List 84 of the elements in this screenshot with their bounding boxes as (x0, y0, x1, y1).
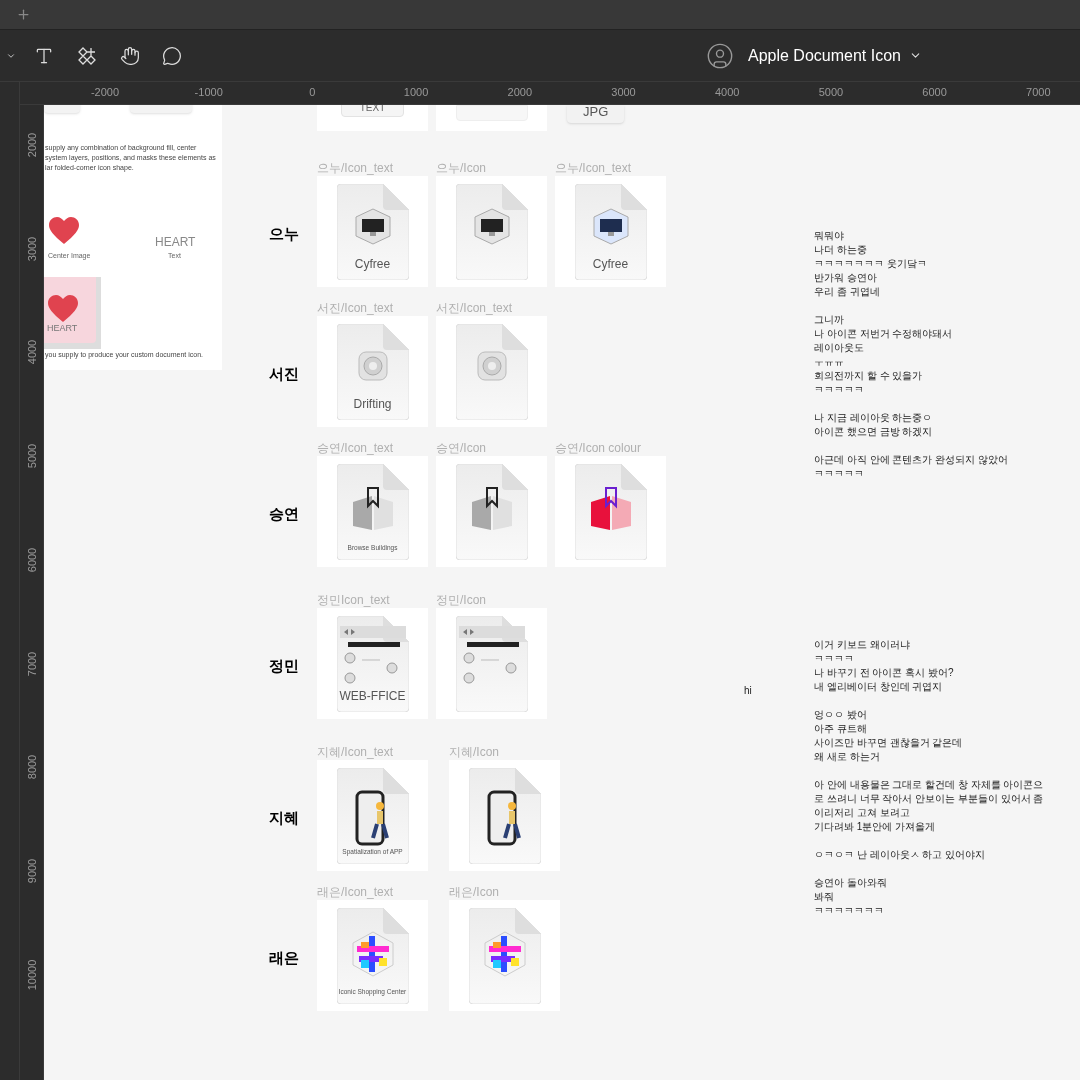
heart-text-sample: HEART (155, 234, 196, 251)
note-line: 뭐뭐야 (814, 229, 845, 243)
note-line: ㅋㅋㅋㅋㅋ (814, 383, 865, 397)
note-line: 이거 키보드 왜이러냐 (814, 638, 911, 652)
note-line: 봐줘 (814, 890, 835, 904)
ruler-label: 8000 (25, 754, 39, 780)
note-line: 나 바꾸기 전 아이콘 혹시 봤어? (814, 666, 955, 680)
frame-label: 으누/Icon (436, 160, 487, 176)
person-name: 지혜 (269, 808, 299, 828)
ruler-label: -1000 (194, 85, 223, 100)
icon-caption: Cyfree (591, 255, 630, 273)
note-line: 반가워 승연아 (814, 271, 878, 285)
frame-label: 래은/Icon (449, 884, 500, 900)
note-line: 우리 좀 귀엽네 (814, 285, 881, 299)
note-line: 내 엘리베이터 창인데 귀엽지 (814, 680, 944, 694)
frame-label: 승연/Icon colour (555, 440, 643, 456)
heart-icon (48, 295, 78, 323)
comment-tool-icon[interactable] (162, 45, 182, 66)
heart-icon (49, 217, 79, 245)
note-line: ㅜㅠㅠ (814, 355, 845, 369)
person-name: 승연 (269, 504, 299, 524)
ruler-label: 6000 (25, 547, 39, 573)
ruler-label: 6000 (922, 85, 947, 100)
note-line: 레이아웃도 (814, 341, 865, 355)
frame-label: 서진/Icon_text (317, 300, 395, 316)
icon-caption: Cyfree (353, 255, 392, 273)
frame-label: 정민Icon_text (317, 592, 391, 608)
file-title[interactable]: Apple Document Icon (748, 43, 901, 68)
note-line: 엉ㅇㅇ 봤어 (814, 708, 868, 722)
note-line: 아이콘 했으면 금방 하겠지 (814, 425, 934, 439)
frame-label: 서진/Icon_text (436, 300, 514, 316)
note-line: 그니까 (814, 313, 845, 327)
note-line: 나 지금 레이아웃 하는중ㅇ (814, 411, 934, 425)
icon-caption: WEB-FFICE (338, 687, 407, 705)
note-line: 승연아 돌아와줘 (814, 876, 888, 890)
note-line: 나더 하는중 (814, 243, 868, 257)
ruler-label: 3000 (611, 85, 636, 100)
person-name: 정민 (269, 656, 299, 676)
ruler-label: 0 (309, 85, 316, 100)
note-line: 왜 새로 하는거 (814, 750, 881, 764)
ruler-label: 7000 (25, 651, 39, 676)
note-line: 아 안에 내용물은 그대로 할건데 창 자체를 아이콘으로 쓰려니 너무 작아서 안보이는 부분들이 있어서 좀 (814, 778, 1045, 806)
avatar-icon[interactable] (706, 41, 734, 70)
note-line: ㅋㅋㅋㅋㅋㅋㅋ 웃기닼ㅋ (814, 257, 928, 271)
note-line: hi (744, 684, 752, 698)
icon-caption: HEART (47, 321, 78, 335)
ruler-label: 4000 (714, 85, 740, 100)
hand-tool-icon[interactable] (120, 45, 140, 66)
icon-caption: Drifting (352, 395, 393, 413)
ruler-label: 10000 (25, 959, 39, 990)
ruler-label: 1000 (403, 85, 429, 100)
note-line: 회의전까지 할 수 있을가 (814, 369, 924, 383)
ruler-label: 7000 (1026, 85, 1051, 100)
ruler-label: 2000 (507, 85, 533, 100)
note-line: ㅋㅋㅋㅋㅋ (814, 467, 865, 481)
note-line: ㅋㅋㅋㅋ (814, 652, 855, 666)
components-icon[interactable] (78, 46, 96, 65)
frame-label: 으누/Icon_text (317, 160, 395, 176)
frame-label: 래은/Icon_text (317, 884, 395, 900)
note-line: ㅋㅋㅋㅋㅋㅋㅋ (814, 904, 885, 918)
note-line: 기다려봐 1분안에 가져올게 (814, 820, 937, 834)
ruler-label: 2000 (25, 132, 39, 158)
note-line: 이리저리 고쳐 보려고 (814, 806, 911, 820)
frame-label: 정민/Icon (436, 592, 487, 608)
frame-label: 지혜/Icon (449, 744, 500, 760)
note-line: 사이즈만 바꾸면 괜찮을거 같은데 (814, 736, 964, 750)
note-line: 나 아이콘 저번거 수정해야돼서 (814, 327, 954, 341)
frame-label: 승연/Icon_text (317, 440, 395, 456)
person-name: 서진 (269, 364, 299, 384)
ruler-label: 9000 (25, 858, 39, 884)
frame-label: 지혜/Icon_text (317, 744, 395, 760)
note-line: 아주 큐트해 (814, 722, 868, 736)
ruler-label: 5000 (818, 85, 844, 100)
add-tab-icon[interactable] (16, 7, 31, 22)
ruler-label: 4000 (25, 340, 39, 365)
person-name: 래은 (269, 948, 299, 968)
frame-label: 으누/Icon_text (555, 160, 633, 176)
ruler-label: 3000 (25, 236, 39, 261)
ruler-label: 5000 (25, 443, 39, 469)
note-line: 아근데 아직 안에 콘텐츠가 완성되지 않았어 (814, 453, 1009, 467)
note-line: ㅇㅋㅇㅋ 난 레이아웃ㅅ 하고 있어야지 (814, 848, 987, 862)
frame-label: 승연/Icon (436, 440, 487, 456)
ruler-label: -2000 (90, 85, 120, 100)
person-name: 으누 (269, 224, 299, 244)
